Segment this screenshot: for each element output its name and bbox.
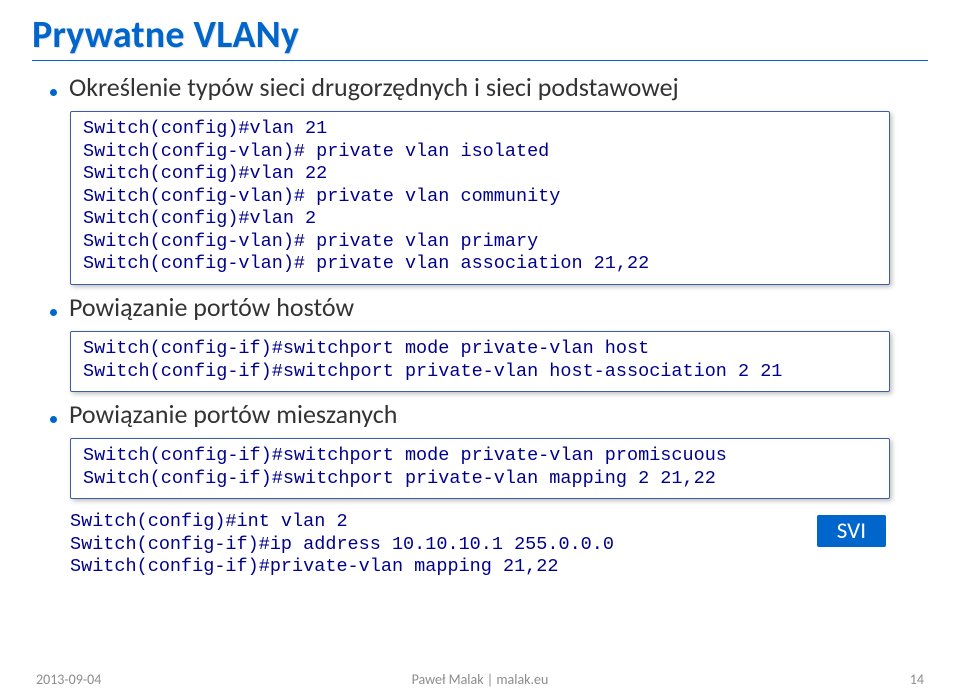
bullet-1: Określenie typów sieci drugorzędnych i s… (50, 71, 928, 103)
footer-date: 2013-09-04 (36, 671, 101, 688)
bullet-2: Powiązanie portów hostów (50, 291, 928, 323)
bullet-3-text: Powiązanie portów mieszanych (69, 398, 397, 430)
code-line: Switch(config)#int vlan 2 (70, 511, 890, 534)
code-line: Switch(config-if)#switchport private-vla… (83, 468, 877, 491)
footer-author: Paweł Malak | malak.eu (0, 671, 960, 688)
code-line: Switch(config)#vlan 2 (83, 208, 877, 231)
bullet-dot-icon (50, 416, 57, 423)
bullet-1-text: Określenie typów sieci drugorzędnych i s… (69, 71, 679, 103)
title-underline (32, 60, 928, 61)
code-line: Switch(config-if)#switchport mode privat… (83, 445, 877, 468)
code-block-3: Switch(config-if)#switchport mode privat… (70, 438, 890, 499)
code-block-2: Switch(config-if)#switchport mode privat… (70, 331, 890, 392)
bullet-3: Powiązanie portów mieszanych (50, 398, 928, 430)
slide-footer: 2013-09-04 Paweł Malak | malak.eu 14 (0, 671, 960, 688)
code-line: Switch(config)#vlan 21 (83, 118, 877, 141)
code-line: Switch(config-vlan)# private vlan commun… (83, 186, 877, 209)
footer-page-number: 14 (910, 671, 924, 688)
bullet-2-text: Powiązanie portów hostów (69, 291, 354, 323)
code-line: Switch(config-if)#private-vlan mapping 2… (70, 556, 890, 579)
code-line: Switch(config-vlan)# private vlan primar… (83, 231, 877, 254)
bullet-dot-icon (50, 309, 57, 316)
code-line: Switch(config-if)#switchport private-vla… (83, 361, 877, 384)
code-block-1: Switch(config)#vlan 21 Switch(config-vla… (70, 111, 890, 285)
bullet-dot-icon (50, 89, 57, 96)
code-line: Switch(config-vlan)# private vlan associ… (83, 253, 877, 276)
slide-content: Prywatne VLANy Określenie typów sieci dr… (0, 0, 960, 579)
code-line: Switch(config-if)#switchport mode privat… (83, 338, 877, 361)
svi-section: Switch(config)#int vlan 2 Switch(config-… (70, 511, 890, 579)
page-title: Prywatne VLANy (32, 12, 928, 58)
code-line: Switch(config-vlan)# private vlan isolat… (83, 141, 877, 164)
code-line: Switch(config-if)#ip address 10.10.10.1 … (70, 534, 890, 557)
code-line: Switch(config)#vlan 22 (83, 163, 877, 186)
svi-badge: SVI (817, 515, 886, 547)
